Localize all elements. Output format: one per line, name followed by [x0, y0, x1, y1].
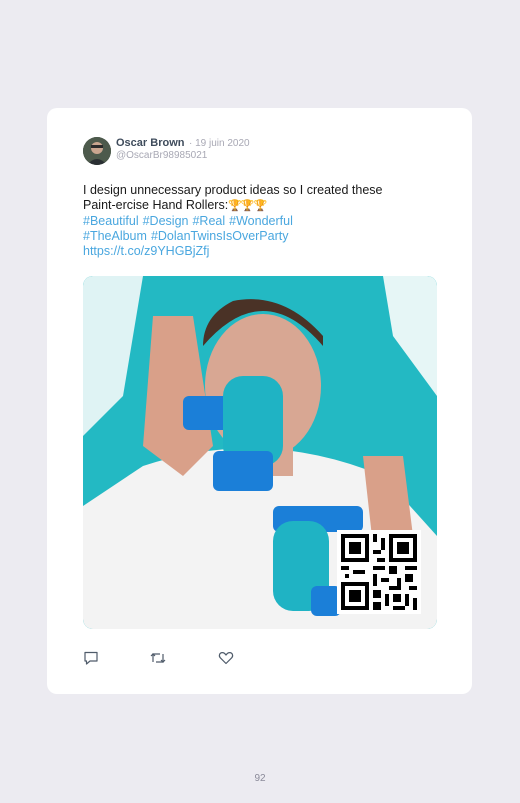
heart-icon[interactable]	[218, 651, 234, 665]
tweet-text-line: I design unnecessary product ideas so I …	[83, 183, 383, 197]
tweet-card: Oscar Brown · 19 juin 2020 @OscarBr98985…	[47, 108, 472, 694]
tweet-text-fragment: Paint-ercise Hand Rollers:	[83, 198, 229, 212]
post-date[interactable]: · 19 juin 2020	[189, 138, 250, 149]
hashtag-link[interactable]: #Design	[143, 214, 189, 228]
tweet-media-image[interactable]	[83, 276, 437, 629]
retweet-icon[interactable]	[150, 651, 166, 665]
avatar-image	[83, 137, 111, 165]
hashtag-row: #TheAlbum #DolanTwinsIsOverParty	[83, 229, 423, 244]
reply-icon[interactable]	[83, 651, 99, 665]
tweet-text-line: Paint-ercise Hand Rollers:🏆🏆🏆	[83, 198, 423, 214]
trophy-emoji: 🏆🏆🏆	[228, 200, 267, 212]
tweet-url-link[interactable]: https://t.co/z9YHGBjZfj	[83, 244, 423, 259]
hashtag-link[interactable]: #Wonderful	[229, 214, 293, 228]
author-handle[interactable]: @OscarBr98985021	[116, 150, 207, 161]
hashtag-link[interactable]: #DolanTwinsIsOverParty	[151, 229, 289, 243]
hashtag-row: #Beautiful #Design #Real #Wonderful	[83, 214, 423, 229]
avatar[interactable]	[83, 137, 111, 165]
hashtag-link[interactable]: #Beautiful	[83, 214, 139, 228]
tweet-text: I design unnecessary product ideas so I …	[83, 183, 423, 259]
hashtag-link[interactable]: #Real	[192, 214, 225, 228]
hashtag-link[interactable]: #TheAlbum	[83, 229, 147, 243]
author-name[interactable]: Oscar Brown	[116, 137, 184, 149]
page-number: 92	[254, 773, 266, 784]
qr-code-icon[interactable]	[337, 530, 421, 614]
